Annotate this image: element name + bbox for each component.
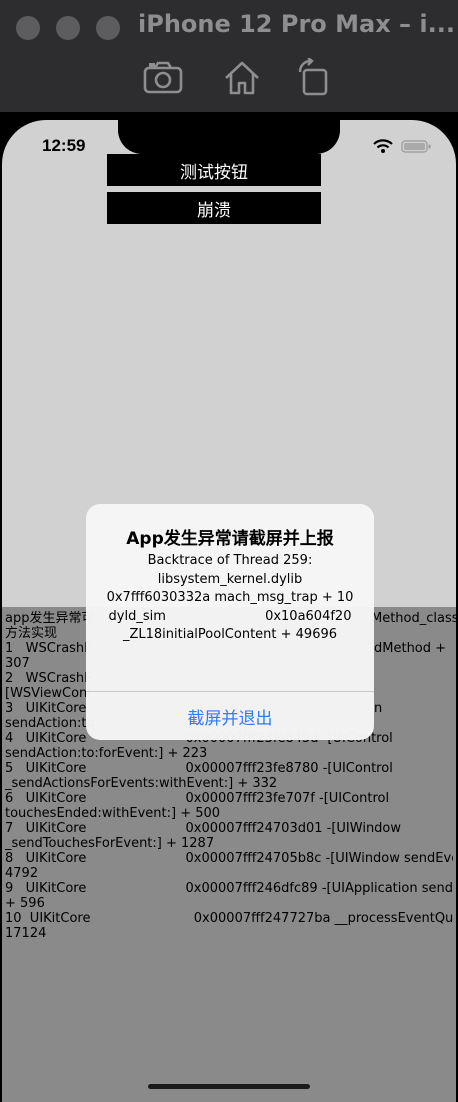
error-alert: App发生异常请截屏并上报 Backtrace of Thread 259: l… [86,504,374,740]
log-line: + 596 [5,896,45,911]
log-line: _sendTouchesForEvent:] + 1287 [5,836,215,851]
minimize-window-button[interactable] [56,16,80,40]
log-fragment: n [374,701,383,716]
battery-icon [401,140,431,153]
alert-message-line: Backtrace of Thread 259: [147,553,313,568]
rotate-icon[interactable] [294,57,334,98]
simulator-titlebar: iPhone 12 Pro Max – i... [0,0,458,112]
log-line: 4792 [5,866,39,881]
status-icons [370,138,440,154]
crash-button[interactable]: 崩溃 [107,192,321,224]
alert-message-line: _ZL18initialPoolContent + 49696 [122,627,338,642]
log-line: 7 UIKitCore 0x00007fff24703d01 -[UIWindo… [5,821,402,836]
log-fragment: Method_class [371,611,456,626]
screenshot-icon[interactable] [142,58,183,98]
log-line: 5 UIKitCore 0x00007fff23fe8780 -[UIContr… [5,761,393,776]
log-line: 10 UIKitCore 0x00007fff247727ba __proces… [5,911,453,926]
test-button[interactable]: 测试按钮 [107,154,321,186]
close-window-button[interactable] [16,16,40,40]
device-screen: 12:59 测试按钮 崩溃 app发生异常可 方法实现 1 WSCrashF 3… [0,112,458,1102]
log-line: sendAction:to:forEvent:] + 223 [5,746,208,761]
wifi-icon [373,139,393,153]
log-line: 8 UIKitCore 0x00007fff24705b8c -[UIWindo… [5,851,453,866]
alert-message-line: 0x7fff6030332a mach_msg_trap + 10 [106,590,354,605]
status-time: 12:59 [42,136,86,155]
log-line: 17124 [5,926,47,941]
zoom-window-button[interactable] [96,16,120,40]
alert-message-line: libsystem_kernel.dylib [157,571,303,587]
app-display: 12:59 测试按钮 崩溃 app发生异常可 方法实现 1 WSCrashF 3… [2,120,456,1102]
log-line: 6 UIKitCore 0x00007fff23fe707f -[UIContr… [5,791,390,806]
simulator-title: iPhone 12 Pro Max – i... [138,10,455,38]
log-fragment: dMethod + [374,641,447,656]
alert-message: Backtrace of Thread 259: libsystem_kerne… [96,552,364,645]
log-line: touchesEnded:withEvent:] + 500 [5,806,221,821]
home-icon[interactable] [222,58,262,98]
screenshot-and-exit-button[interactable]: 截屏并退出 [86,692,374,740]
log-line: _sendActionsForEvents:withEvent:] + 332 [5,776,278,791]
alert-title: App发生异常请截屏并上报 [126,529,334,549]
log-line: 9 UIKitCore 0x00007fff246dfc89 -[UIAppli… [5,881,453,896]
home-indicator[interactable] [148,1084,310,1089]
device-notch [118,120,340,154]
alert-message-line: dyld_sim 0x10a604f20 [108,608,352,624]
